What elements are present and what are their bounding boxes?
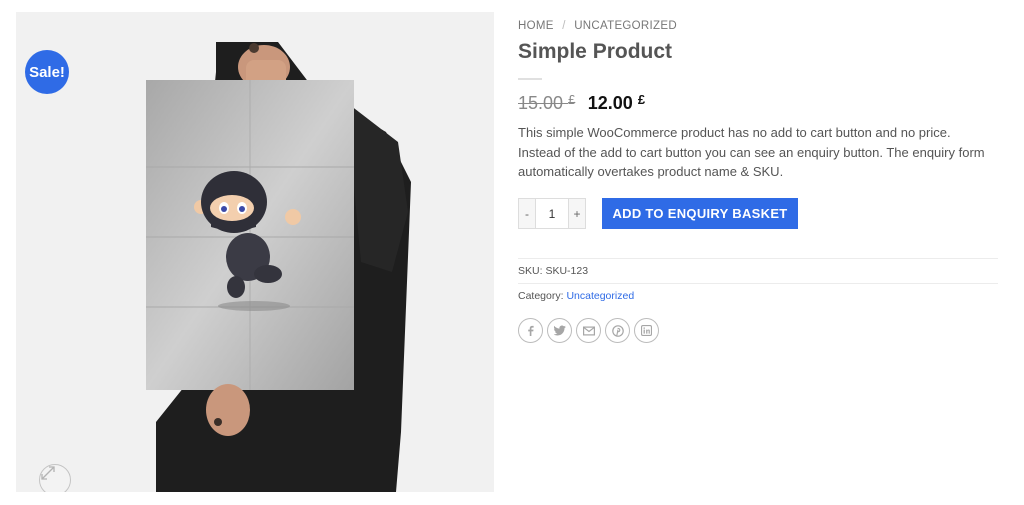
product-sku: SKU: SKU-123 bbox=[518, 265, 588, 277]
share-twitter-button[interactable] bbox=[547, 318, 572, 343]
share-email-button[interactable] bbox=[576, 318, 601, 343]
pinterest-icon bbox=[611, 324, 624, 337]
share-icons bbox=[518, 318, 659, 343]
meta-divider bbox=[518, 283, 998, 284]
sale-price-currency: £ bbox=[637, 92, 646, 107]
sale-badge-label: Sale! bbox=[29, 63, 65, 81]
quantity-minus-button[interactable]: - bbox=[519, 199, 536, 228]
breadcrumb-category-link[interactable]: UNCATEGORIZED bbox=[574, 20, 677, 32]
facebook-icon bbox=[528, 325, 534, 336]
quantity-input[interactable] bbox=[536, 199, 568, 228]
sku-label: SKU: bbox=[518, 265, 543, 277]
product-category: Category: Uncategorized bbox=[518, 290, 634, 302]
twitter-icon bbox=[553, 325, 566, 336]
product-price: 15.00 £ 12.00 £ bbox=[518, 92, 645, 114]
old-price: 15.00 £ bbox=[518, 92, 576, 113]
share-linkedin-button[interactable] bbox=[634, 318, 659, 343]
title-divider bbox=[518, 78, 542, 80]
old-price-amount: 15.00 bbox=[518, 93, 564, 113]
share-pinterest-button[interactable] bbox=[605, 318, 630, 343]
quantity-plus-button[interactable]: + bbox=[568, 199, 585, 228]
quantity-stepper: - + bbox=[518, 198, 586, 229]
product-title: Simple Product bbox=[518, 40, 673, 63]
breadcrumb-home-link[interactable]: HOME bbox=[518, 20, 554, 32]
category-label: Category: bbox=[518, 290, 564, 302]
sale-badge: Sale! bbox=[25, 50, 69, 94]
product-description: This simple WooCommerce product has no a… bbox=[518, 125, 985, 179]
email-icon bbox=[582, 326, 595, 336]
linkedin-icon bbox=[641, 325, 652, 336]
product-image[interactable] bbox=[16, 12, 494, 492]
breadcrumb: HOME / UNCATEGORIZED bbox=[518, 20, 677, 32]
sku-value: SKU-123 bbox=[545, 265, 589, 277]
share-facebook-button[interactable] bbox=[518, 318, 543, 343]
category-link[interactable]: Uncategorized bbox=[566, 290, 634, 302]
sale-price-amount: 12.00 bbox=[587, 93, 633, 113]
sale-price: 12.00 £ bbox=[587, 92, 646, 113]
meta-divider bbox=[518, 258, 998, 259]
add-to-enquiry-basket-button[interactable]: ADD TO ENQUIRY BASKET bbox=[602, 198, 798, 229]
expand-icon bbox=[41, 466, 55, 480]
zoom-button[interactable] bbox=[39, 464, 71, 492]
product-gallery[interactable]: Sale! bbox=[16, 12, 494, 492]
breadcrumb-separator: / bbox=[562, 20, 566, 32]
old-price-currency: £ bbox=[568, 92, 576, 107]
